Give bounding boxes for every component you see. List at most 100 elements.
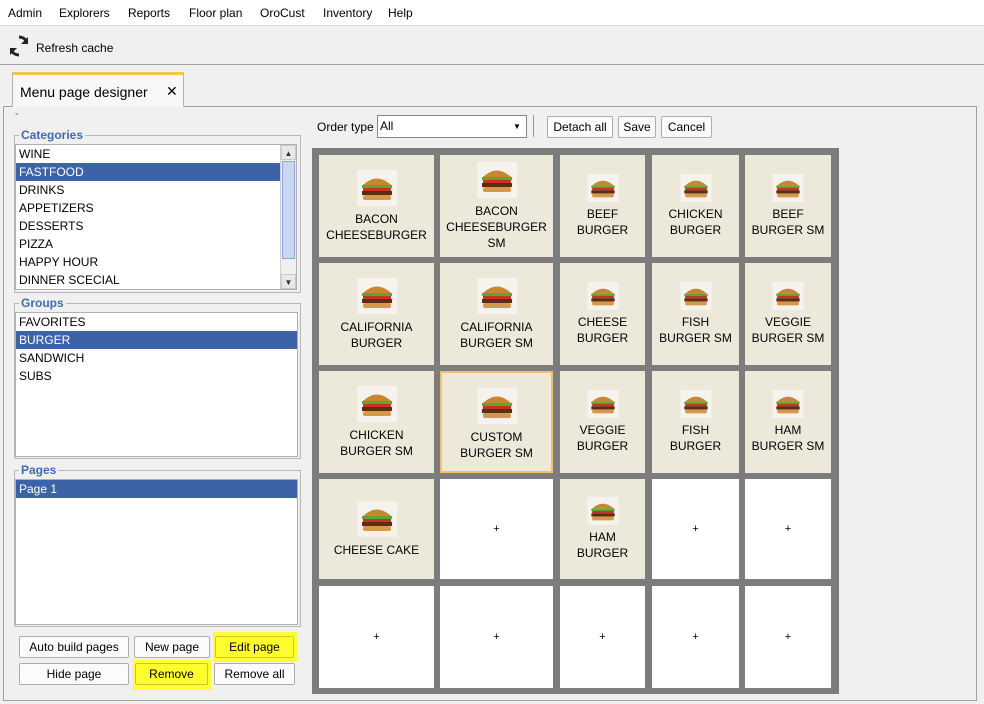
- menu-item-cell[interactable]: VEGGIE BURGER SM: [745, 263, 831, 365]
- menu-inventory[interactable]: Inventory: [323, 6, 372, 20]
- list-item-selected[interactable]: FASTFOOD: [16, 163, 296, 181]
- list-item[interactable]: APPETIZERS: [16, 199, 296, 217]
- pages-list[interactable]: Page 1: [15, 479, 298, 625]
- tab-menu-page-designer[interactable]: Menu page designer ✕: [12, 72, 184, 107]
- order-type-select[interactable]: All ▼: [377, 115, 527, 138]
- menu-item-cell[interactable]: HAM BURGER SM: [745, 371, 831, 473]
- edit-page-button[interactable]: Edit page: [215, 636, 294, 658]
- empty-grid-cell[interactable]: +: [652, 586, 739, 688]
- menu-item-cell[interactable]: FISH BURGER: [652, 371, 739, 473]
- empty-grid-cell[interactable]: +: [652, 479, 739, 579]
- cancel-button[interactable]: Cancel: [661, 116, 712, 138]
- menu-item-cell[interactable]: CALIFORNIA BURGER SM: [440, 263, 553, 365]
- menu-item-cell[interactable]: BACON CHEESEBURGER SM: [440, 155, 553, 257]
- item-thumbnail: [769, 174, 807, 206]
- food-photo: [586, 174, 619, 202]
- list-item[interactable]: DINNER SCECIAL: [16, 271, 296, 289]
- item-label: CHICKEN BURGER: [668, 207, 723, 237]
- menu-item-cell[interactable]: BEEF BURGER SM: [745, 155, 831, 257]
- list-item[interactable]: DRINKS: [16, 181, 296, 199]
- list-item[interactable]: DESSERTS: [16, 217, 296, 235]
- refresh-cache-button[interactable]: Refresh cache: [3, 29, 118, 63]
- save-button[interactable]: Save: [618, 116, 656, 138]
- menu-item-cell[interactable]: CHICKEN BURGER SM: [319, 371, 434, 473]
- item-thumbnail: [476, 161, 517, 203]
- item-thumbnail: [584, 282, 622, 314]
- item-thumbnail: [356, 169, 397, 211]
- groups-list[interactable]: FAVORITES BURGER SANDWICH SUBS: [15, 312, 298, 457]
- scroll-thumb[interactable]: [282, 161, 295, 259]
- item-label: BACON CHEESEBURGER: [326, 212, 427, 242]
- item-label: FISH BURGER: [669, 423, 722, 453]
- menu-item-cell[interactable]: BACON CHEESEBURGER: [319, 155, 434, 257]
- categories-list[interactable]: WINE FASTFOOD DRINKS APPETIZERS DESSERTS…: [15, 144, 297, 290]
- menu-item-cell[interactable]: BEEF BURGER: [560, 155, 645, 257]
- list-item-selected[interactable]: Page 1: [16, 480, 297, 498]
- food-photo: [586, 497, 619, 525]
- item-label: FISH BURGER SM: [659, 315, 732, 345]
- menu-help[interactable]: Help: [388, 6, 413, 20]
- empty-grid-cell[interactable]: +: [440, 479, 553, 579]
- menu-item-cell[interactable]: CHEESE BURGER: [560, 263, 645, 365]
- empty-grid-cell[interactable]: +: [440, 586, 553, 688]
- order-type-label: Order type: [317, 120, 374, 134]
- new-page-button[interactable]: New page: [134, 636, 210, 658]
- categories-scrollbar[interactable]: ▲ ▼: [280, 145, 296, 289]
- hide-page-button[interactable]: Hide page: [19, 663, 129, 685]
- chevron-down-icon[interactable]: ▼: [510, 119, 524, 134]
- empty-grid-cell[interactable]: +: [745, 479, 831, 579]
- menu-item-cell[interactable]: CHICKEN BURGER: [652, 155, 739, 257]
- item-label: CUSTOM BURGER SM: [460, 430, 533, 460]
- list-item-selected[interactable]: BURGER: [16, 331, 297, 349]
- close-icon[interactable]: ✕: [166, 83, 178, 100]
- list-item[interactable]: SANDWICH: [16, 349, 297, 367]
- food-photo: [679, 390, 712, 418]
- tab-label: Menu page designer: [20, 84, 148, 100]
- list-item[interactable]: HAPPY HOUR: [16, 253, 296, 271]
- menu-floor-plan[interactable]: Floor plan: [189, 6, 242, 20]
- menu-item-cell[interactable]: CALIFORNIA BURGER: [319, 263, 434, 365]
- food-photo: [586, 282, 619, 310]
- detach-all-button[interactable]: Detach all: [547, 116, 613, 138]
- auto-build-pages-button[interactable]: Auto build pages: [19, 636, 129, 658]
- food-photo: [679, 282, 712, 310]
- pages-legend: Pages: [21, 463, 57, 477]
- list-item[interactable]: SUBS: [16, 367, 297, 385]
- list-item[interactable]: WINE: [16, 145, 296, 163]
- menu-item-cell[interactable]: VEGGIE BURGER: [560, 371, 645, 473]
- food-photo: [356, 386, 397, 422]
- item-thumbnail: [769, 390, 807, 422]
- menu-item-cell[interactable]: CUSTOM BURGER SM: [440, 371, 553, 473]
- menu-admin[interactable]: Admin: [8, 6, 42, 20]
- list-item[interactable]: PIZZA: [16, 235, 296, 253]
- remove-button[interactable]: Remove: [135, 663, 208, 685]
- scroll-up-icon[interactable]: ▲: [281, 145, 296, 160]
- add-item-icon: +: [692, 631, 699, 643]
- food-photo: [476, 388, 517, 424]
- empty-grid-cell[interactable]: +: [560, 586, 645, 688]
- toolbar: Refresh cache: [0, 25, 984, 65]
- collapse-dash[interactable]: -: [15, 108, 19, 120]
- menu-item-cell[interactable]: CHEESE CAKE: [319, 479, 434, 579]
- list-item[interactable]: FAVORITES: [16, 313, 297, 331]
- food-photo: [356, 501, 397, 537]
- item-label: CHICKEN BURGER SM: [340, 428, 413, 458]
- menu-item-cell[interactable]: FISH BURGER SM: [652, 263, 739, 365]
- item-label: CHEESE BURGER: [576, 315, 629, 345]
- menu-explorers[interactable]: Explorers: [59, 6, 110, 20]
- add-item-icon: +: [493, 631, 500, 643]
- menu-item-cell[interactable]: HAM BURGER: [560, 479, 645, 579]
- empty-grid-cell[interactable]: +: [745, 586, 831, 688]
- remove-all-button[interactable]: Remove all: [214, 663, 295, 685]
- scroll-down-icon[interactable]: ▼: [281, 274, 296, 289]
- groups-legend: Groups: [21, 296, 64, 310]
- item-label: CALIFORNIA BURGER SM: [460, 320, 533, 350]
- categories-legend: Categories: [21, 128, 84, 142]
- item-label: BEEF BURGER: [576, 207, 629, 237]
- empty-grid-cell[interactable]: +: [319, 586, 434, 688]
- menu-reports[interactable]: Reports: [128, 6, 170, 20]
- item-thumbnail: [476, 387, 517, 429]
- food-photo: [772, 390, 804, 418]
- add-item-icon: +: [784, 523, 792, 535]
- menu-orocust[interactable]: OroCust: [260, 6, 305, 20]
